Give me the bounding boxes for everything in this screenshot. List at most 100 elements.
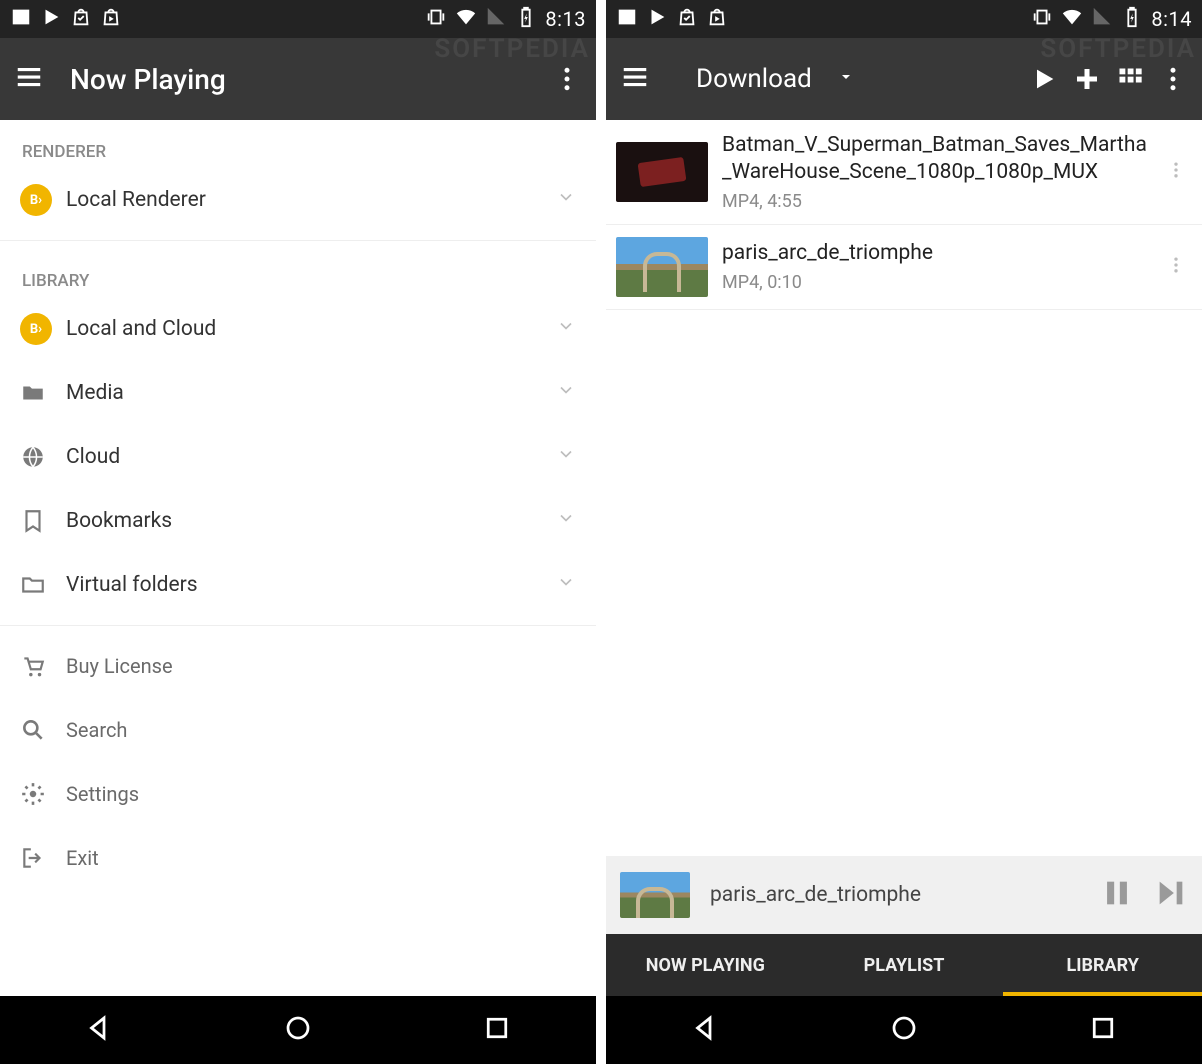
mini-player-title: paris_arc_de_triomphe [710,883,1080,907]
bag-check-icon [70,6,92,33]
search-icon [20,717,66,743]
drawer-item-search[interactable]: Search [0,698,596,762]
drawer-item-label: Local and Cloud [66,317,216,341]
vibrate-icon [1031,6,1053,33]
list-item[interactable]: paris_arc_de_triomphe MP4, 0:10 [606,225,1202,310]
nav-back-icon[interactable] [84,1013,114,1047]
chevron-down-icon [556,444,576,470]
tab-playlist[interactable]: PLAYLIST [805,934,1004,996]
section-header-library: LIBRARY [0,249,596,297]
file-list: Batman_V_Superman_Batman_Saves_Martha_Wa… [606,120,1202,856]
app-bar: Now Playing [0,38,596,120]
chevron-down-icon [556,187,576,213]
video-thumbnail [616,237,708,297]
drawer-item-settings[interactable]: Settings [0,762,596,826]
drawer-item-label: Search [66,718,127,742]
drawer-item-label: Local Renderer [66,188,206,212]
battery-charging-icon [515,6,537,33]
bottom-tabs: NOW PLAYING PLAYLIST LIBRARY [606,934,1202,996]
wifi-icon [455,6,477,33]
wifi-icon [1061,6,1083,33]
view-grid-button[interactable] [1116,65,1144,93]
divider [0,625,596,626]
navigation-drawer: RENDERER B› Local Renderer LIBRARY B› Lo… [0,120,596,996]
file-title: paris_arc_de_triomphe [722,240,1156,267]
chevron-down-icon [556,316,576,342]
nav-home-icon[interactable] [283,1013,313,1047]
divider [0,240,596,241]
android-nav-bar [606,996,1202,1064]
item-overflow-icon[interactable] [1156,249,1196,285]
pause-button[interactable] [1100,876,1134,914]
battery-charging-icon [1121,6,1143,33]
drawer-item-buy-license[interactable]: Buy License [0,634,596,698]
folder-icon [20,380,66,406]
status-clock: 8:13 [545,7,586,31]
nav-home-icon[interactable] [889,1013,919,1047]
app-badge-icon: B› [20,313,52,345]
drawer-item-virtual-folders[interactable]: Virtual folders [0,553,596,617]
status-bar: 8:13 [0,0,596,38]
spinner-label: Download [696,64,812,94]
list-item[interactable]: Batman_V_Superman_Batman_Saves_Martha_Wa… [606,120,1202,225]
drawer-item-label: Media [66,381,124,405]
tab-label: NOW PLAYING [646,955,765,976]
bag-check-icon [676,6,698,33]
app-bar: Download [606,38,1202,120]
play-icon [646,6,668,33]
nav-back-icon[interactable] [690,1013,720,1047]
page-title: Now Playing [70,63,226,96]
hamburger-icon[interactable] [14,62,44,96]
nav-recents-icon[interactable] [1088,1013,1118,1047]
file-subtitle: MP4, 0:10 [722,272,1156,293]
file-subtitle: MP4, 4:55 [722,191,1156,212]
chevron-down-icon [556,572,576,598]
folder-spinner[interactable]: Download [696,64,854,94]
drawer-item-local-and-cloud[interactable]: B› Local and Cloud [0,297,596,361]
hamburger-icon[interactable] [620,62,650,96]
drawer-item-cloud[interactable]: Cloud [0,425,596,489]
phone-screenshot-1: SOFTPEDIA 8:13 Now Playing RENDERER B› L… [0,0,596,1064]
picture-icon [616,6,638,33]
folder-outline-icon [20,572,66,598]
globe-icon [20,444,66,470]
tab-library[interactable]: LIBRARY [1003,934,1202,996]
drawer-item-label: Bookmarks [66,509,172,533]
exit-icon [20,845,66,871]
bag-play-icon [706,6,728,33]
vibrate-icon [425,6,447,33]
drawer-item-label: Cloud [66,445,120,469]
drawer-item-label: Buy License [66,654,173,678]
play-all-button[interactable] [1030,65,1058,93]
drawer-item-label: Virtual folders [66,573,198,597]
bookmark-icon [20,508,66,534]
video-thumbnail [616,142,708,202]
add-button[interactable] [1072,64,1102,94]
file-title: Batman_V_Superman_Batman_Saves_Martha_Wa… [722,132,1156,187]
mini-player[interactable]: paris_arc_de_triomphe [606,856,1202,934]
drawer-item-bookmarks[interactable]: Bookmarks [0,489,596,553]
nav-recents-icon[interactable] [482,1013,512,1047]
play-icon [40,6,62,33]
overflow-menu-icon[interactable] [552,64,582,94]
drawer-item-label: Settings [66,782,139,806]
overflow-menu-icon[interactable] [1158,64,1188,94]
app-badge-icon: B› [20,184,52,216]
signal-icon [485,6,507,33]
tab-label: LIBRARY [1066,955,1138,976]
drawer-item-label: Exit [66,846,99,870]
bag-play-icon [100,6,122,33]
caret-down-icon [838,69,854,89]
cart-icon [20,653,66,679]
gear-icon [20,781,66,807]
next-track-button[interactable] [1154,876,1188,914]
drawer-item-exit[interactable]: Exit [0,826,596,890]
tab-now-playing[interactable]: NOW PLAYING [606,934,805,996]
phone-screenshot-2: SOFTPEDIA 8:14 Download [606,0,1202,1064]
chevron-down-icon [556,508,576,534]
drawer-item-media[interactable]: Media [0,361,596,425]
picture-icon [10,6,32,33]
drawer-item-local-renderer[interactable]: B› Local Renderer [0,168,596,232]
item-overflow-icon[interactable] [1156,154,1196,190]
signal-icon [1091,6,1113,33]
